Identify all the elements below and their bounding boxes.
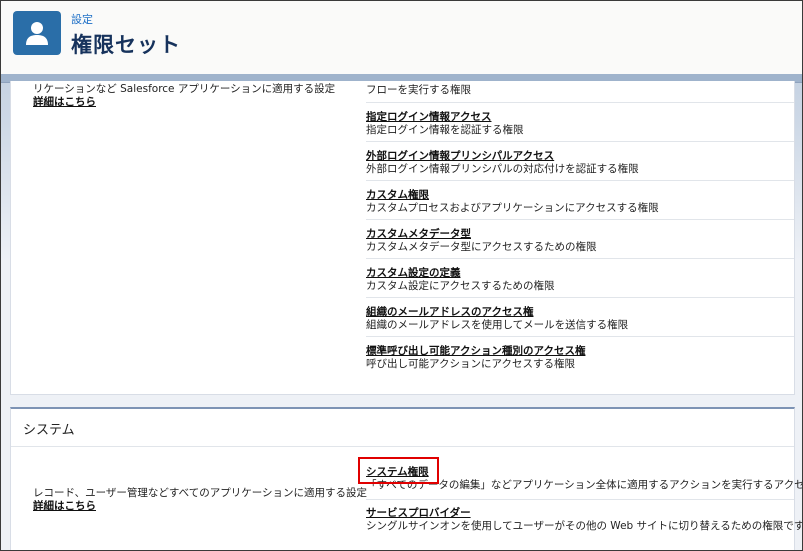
custom-settings-link[interactable]: カスタム設定の定義 <box>366 266 794 280</box>
permission-set-avatar <box>13 11 61 55</box>
custom-permissions-link[interactable]: カスタム権限 <box>366 188 794 202</box>
invocable-action-access-desc: 呼び出し可能アクションにアクセスする権限 <box>366 358 575 370</box>
list-item: 指定ログイン情報アクセス 指定ログイン情報を認証する権限 <box>366 103 794 142</box>
custom-metadata-types-link[interactable]: カスタムメタデータ型 <box>366 227 794 241</box>
list-item: フローを実行する権限 <box>366 81 794 103</box>
list-item: カスタム設定の定義 カスタム設定にアクセスするための権限 <box>366 259 794 298</box>
breadcrumb-setup[interactable]: 設定 <box>71 11 93 27</box>
list-item: 標準呼び出し可能アクション種別のアクセス権 呼び出し可能アクションにアクセスする… <box>366 337 794 376</box>
highlight-box <box>358 457 439 484</box>
app-frame: 設定 権限セット リケーションなど Salesforce アプリケーションに適用… <box>0 0 803 551</box>
system-learn-more-link[interactable]: 詳細はこちら <box>33 500 367 513</box>
apps-section-card: リケーションなど Salesforce アプリケーションに適用する設定 詳細はこ… <box>10 81 795 395</box>
apps-permission-list: フローを実行する権限 指定ログイン情報アクセス 指定ログイン情報を認証する権限 … <box>366 81 794 376</box>
external-credential-principal-link[interactable]: 外部ログイン情報プリンシパルアクセス <box>366 149 794 163</box>
apps-learn-more-link[interactable]: 詳細はこちら <box>33 96 335 109</box>
custom-settings-desc: カスタム設定にアクセスするための権限 <box>366 280 555 292</box>
service-providers-desc: シングルサインオンを使用してユーザーがその他の Web サイトに切り替えるための… <box>366 520 803 532</box>
named-credential-access-link[interactable]: 指定ログイン情報アクセス <box>366 110 794 124</box>
flow-permission-desc: フローを実行する権限 <box>366 84 471 96</box>
page-header: 設定 権限セット <box>1 1 802 76</box>
section-divider <box>11 446 794 447</box>
system-section-description: レコード、ユーザー管理などすべてのアプリケーションに適用する設定 詳細はこちら <box>33 487 367 513</box>
apps-section-description: リケーションなど Salesforce アプリケーションに適用する設定 詳細はこ… <box>33 83 335 109</box>
external-credential-principal-desc: 外部ログイン情報プリンシパルの対応付けを認証する権限 <box>366 163 639 175</box>
page-title: 権限セット <box>71 33 181 57</box>
list-item: カスタムメタデータ型 カスタムメタデータ型にアクセスするための権限 <box>366 220 794 259</box>
custom-metadata-types-desc: カスタムメタデータ型にアクセスするための権限 <box>366 241 597 253</box>
list-item: 組織のメールアドレスのアクセス権 組織のメールアドレスを使用してメールを送信する… <box>366 298 794 337</box>
system-section-desc-text: レコード、ユーザー管理などすべてのアプリケーションに適用する設定 <box>33 487 368 499</box>
org-email-access-desc: 組織のメールアドレスを使用してメールを送信する権限 <box>366 319 629 331</box>
list-item: カスタム権限 カスタムプロセスおよびアプリケーションにアクセスする権限 <box>366 181 794 220</box>
service-providers-link[interactable]: サービスプロバイダー <box>366 506 794 520</box>
user-icon <box>26 22 48 45</box>
custom-permissions-desc: カスタムプロセスおよびアプリケーションにアクセスする権限 <box>366 202 659 214</box>
invocable-action-access-link[interactable]: 標準呼び出し可能アクション種別のアクセス権 <box>366 344 794 358</box>
apps-section-desc-text: リケーションなど Salesforce アプリケーションに適用する設定 <box>33 83 336 95</box>
org-email-access-link[interactable]: 組織のメールアドレスのアクセス権 <box>366 305 794 319</box>
list-item: 外部ログイン情報プリンシパルアクセス 外部ログイン情報プリンシパルの対応付けを認… <box>366 142 794 181</box>
list-item: サービスプロバイダー シングルサインオンを使用してユーザーがその他の Web サ… <box>366 500 803 539</box>
system-section-title: システム <box>23 423 75 438</box>
named-credential-access-desc: 指定ログイン情報を認証する権限 <box>366 124 524 136</box>
